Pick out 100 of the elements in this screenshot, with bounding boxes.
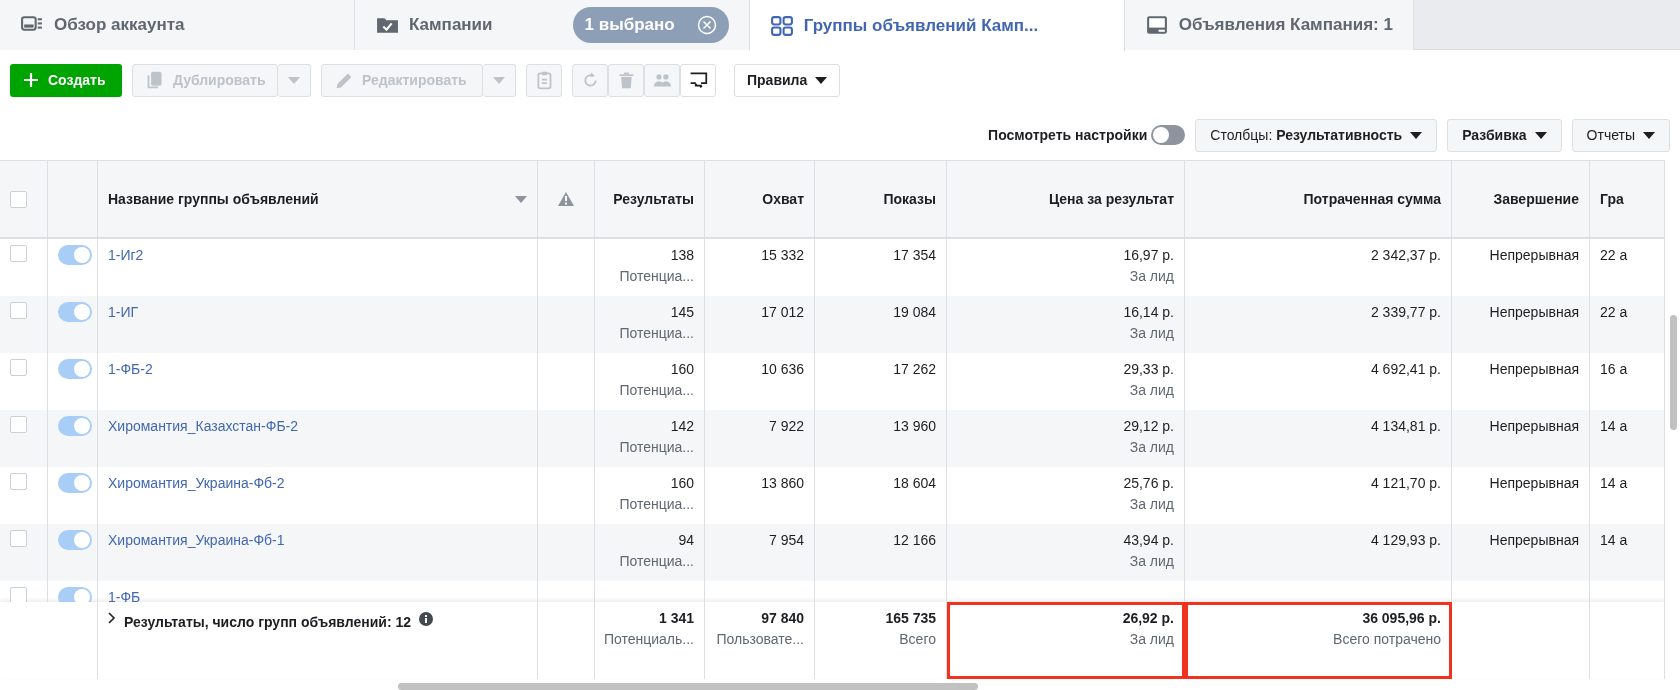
cell-note: За лид: [1129, 552, 1174, 571]
tab[interactable]: Группы объявлений Камп...: [749, 0, 1125, 51]
caret-icon: [1534, 131, 1547, 139]
table-cell-text: 138: [670, 246, 694, 265]
tab[interactable]: Обзор аккаунта: [0, 0, 355, 50]
tab-label: Группы объявлений Камп...: [803, 14, 1039, 37]
caret-icon: [493, 76, 505, 84]
ad-set-link[interactable]: Хиромантия_Украина-Фб-1: [108, 532, 285, 548]
caret-icon: [1410, 131, 1423, 139]
ad-set-link[interactable]: 1-Иг2: [108, 247, 144, 263]
breakdown-button[interactable]: Разбивка: [1447, 118, 1562, 152]
view-settings-label: Посмотреть настройки: [988, 125, 1148, 145]
caret-icon: [515, 195, 527, 203]
tab[interactable]: Кампании 1 выбрано: [355, 0, 750, 50]
cell-note: За лид: [1129, 267, 1174, 286]
table-cell: Непрерывная: [1489, 475, 1579, 491]
toggle-switch[interactable]: [58, 416, 92, 436]
totals-label: Результаты, число групп объявлений: 12: [124, 613, 412, 632]
icon-button[interactable]: [680, 63, 716, 97]
total-value: 165 735: [885, 609, 936, 628]
column-header[interactable]: Цена за результат: [1048, 188, 1174, 210]
toggle-switch[interactable]: [58, 245, 92, 265]
ad-set-link[interactable]: 1-ФБ-2: [108, 361, 153, 377]
table-cell-text: 15 332: [761, 246, 804, 265]
table-cell-text: 160: [670, 474, 694, 493]
toggle-switch[interactable]: [58, 473, 92, 493]
toggle-switch[interactable]: [58, 359, 92, 379]
table-cell-text: 4 129,93 р.: [1370, 531, 1441, 550]
table-cell-text: 18 604: [893, 474, 936, 493]
ad-set-link[interactable]: Хиромантия_Украина-Фб-2: [108, 475, 285, 491]
row-checkbox[interactable]: [10, 587, 27, 602]
column-header[interactable]: Гра: [1600, 188, 1624, 210]
caret-icon: [288, 76, 300, 84]
table-cell-text: 12 166: [893, 531, 936, 550]
table-cell: 22 а: [1600, 247, 1628, 263]
table-cell-text: 17 354: [893, 246, 936, 265]
row-checkbox[interactable]: [10, 302, 27, 319]
column-header[interactable]: Название группы объявлений: [108, 188, 319, 210]
table-cell-text: 4 692,41 р.: [1370, 360, 1441, 379]
vertical-scrollbar[interactable]: [1670, 315, 1677, 430]
tab[interactable]: Объявления Кампания: 1: [1124, 0, 1414, 50]
chip-label: 1 выбрано: [584, 14, 675, 37]
table-cell: 14 а: [1600, 418, 1628, 434]
cell-note: Потенциа...: [619, 495, 694, 514]
table-cell-text: 10 636: [761, 360, 804, 379]
row-checkbox[interactable]: [10, 416, 27, 433]
row-checkbox[interactable]: [10, 245, 27, 262]
column-header[interactable]: Результаты: [613, 188, 694, 210]
rules-button[interactable]: Правила: [734, 63, 841, 97]
columns-button[interactable]: Столбцы: Результативность: [1195, 118, 1438, 152]
cell-note: За лид: [1129, 324, 1174, 343]
table-cell: 14 а: [1600, 475, 1628, 491]
column-header[interactable]: Завершение: [1493, 188, 1579, 210]
cell-note: За лид: [1129, 438, 1174, 457]
table-cell-text: 4 134,81 р.: [1370, 417, 1441, 436]
tab-label: Объявления Кампания: 1: [1178, 14, 1393, 37]
clear-icon: [696, 15, 717, 35]
table-cell-text: 142: [670, 417, 694, 436]
trash-icon: [616, 70, 636, 90]
table-cell-text: 25,76 р.: [1123, 474, 1174, 493]
row-checkbox[interactable]: [10, 530, 27, 547]
total-note: Всего потрачено: [1333, 630, 1441, 649]
table-cell: Непрерывная: [1489, 247, 1579, 263]
column-header[interactable]: Охват: [762, 188, 804, 210]
create-button[interactable]: Создать: [10, 63, 122, 97]
column-header[interactable]: Показы: [883, 188, 936, 210]
caret-icon: [815, 76, 828, 84]
table-cell-text: 4 121,70 р.: [1370, 474, 1441, 493]
total-value: 26,92 р.: [1122, 609, 1174, 628]
table-cell: 16 а: [1600, 361, 1628, 377]
total-note: За лид: [1129, 630, 1174, 649]
row-checkbox[interactable]: [10, 359, 27, 376]
ad-set-link[interactable]: 1-ФБ: [108, 589, 141, 602]
ad-set-link[interactable]: Хиромантия_Казахстан-ФБ-2: [108, 418, 299, 434]
total-note: Всего: [899, 630, 936, 649]
tab-label: Обзор аккаунта: [54, 14, 185, 37]
table-cell-text: 94: [678, 531, 694, 550]
table-cell-text: 16,97 р.: [1123, 246, 1174, 265]
cell-note: За лид: [1129, 381, 1174, 400]
ad-set-link[interactable]: 1-ИГ: [108, 304, 139, 320]
toggle-switch[interactable]: [58, 530, 92, 550]
tab-label: Кампании: [409, 14, 493, 37]
info-icon: [419, 612, 434, 626]
cell-note: Потенциа...: [619, 438, 694, 457]
row-checkbox[interactable]: [10, 473, 27, 490]
table-cell: Непрерывная: [1489, 418, 1579, 434]
monitor-icon: [1144, 13, 1169, 37]
select-all-checkbox[interactable]: [10, 190, 27, 208]
caret-icon: [1643, 131, 1655, 139]
toggle-switch[interactable]: [1151, 125, 1186, 145]
plus-icon: [24, 73, 38, 87]
cell-note: Потенциа...: [619, 552, 694, 571]
horizontal-scrollbar[interactable]: [398, 683, 978, 690]
table-cell-text: 2 339,77 р.: [1370, 303, 1441, 322]
reports-button[interactable]: Отчеты: [1571, 118, 1670, 152]
column-header[interactable]: Потраченная сумма: [1303, 188, 1441, 210]
screen-arrows-icon: [688, 70, 708, 90]
toggle-switch[interactable]: [58, 302, 92, 322]
table-cell-text: 29,12 р.: [1123, 417, 1174, 436]
toggle-switch[interactable]: [58, 587, 92, 602]
